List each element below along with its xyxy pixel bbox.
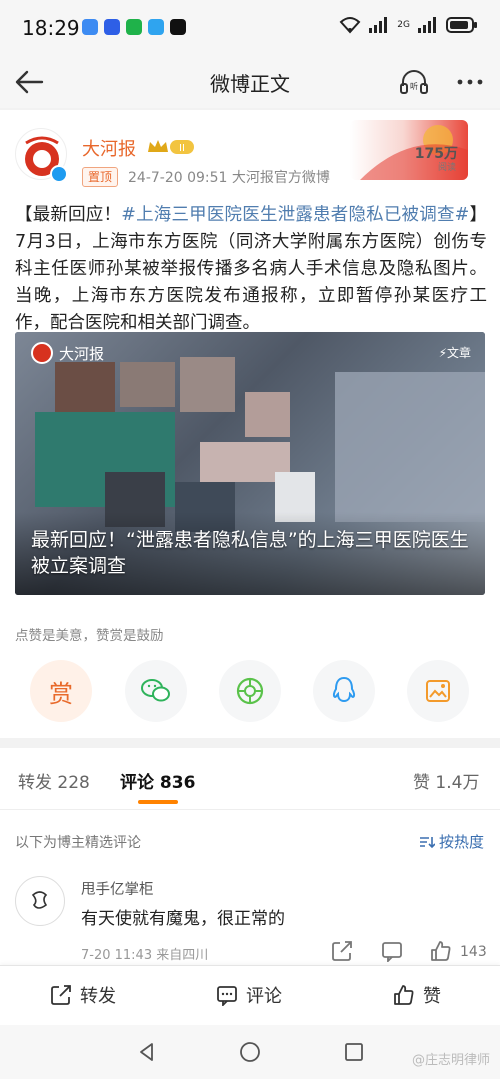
pinned-badge: 置顶 [82,167,119,187]
image-save-icon [426,680,450,702]
reward-button[interactable]: 赏 [30,660,92,722]
post-body: 【最新回应！#上海三甲医院医生泄露患者隐私已被调查#】 7月3日，上海市东方医院… [15,202,487,337]
comments-hint: 以下为博主精选评论 [15,835,141,851]
more-options-icon[interactable] [452,64,488,100]
verified-badge-icon [50,165,68,183]
media-source-name: 大河报 [59,344,105,363]
post-meta: 24-7-20 09:51 大河报官方微博 [128,170,330,186]
system-back-icon[interactable] [136,1041,158,1063]
share-row: 赏 [0,660,500,724]
wechat-share-icon [141,679,170,702]
repost-icon [51,985,71,1005]
article-caption: 最新回应！“泄露患者隐私信息”的上海三甲医院医生被立案调查 [31,529,469,577]
status-time: 18:29 [22,16,80,40]
comment-button[interactable]: 评论 [216,982,282,1008]
comment-username[interactable]: 甩手亿掌柜 [81,878,154,899]
battery-icon [446,17,477,33]
dahebao-small-logo-icon [31,342,53,364]
comment-icon [217,986,237,1006]
comment-avatar[interactable] [15,876,65,926]
comment-label: 评论 [246,986,282,1007]
like-label: 赞 [423,986,441,1007]
user-avatar-icon [31,891,48,909]
comment-text: 有天使就有魔鬼，很正常的 [81,909,285,929]
status-right-icons: 2G [339,16,478,34]
sort-icon [419,836,435,848]
comment-reply-icon[interactable] [381,940,403,962]
article-media-card[interactable]: 大河报 ⚡文章 最新回应！“泄露患者隐私信息”的上海三甲医院医生被立案调查 [15,332,485,595]
listen-label: 听 [410,82,418,91]
interaction-tabs: 转发 228 评论 836 赞 1.4万 [0,748,500,810]
reward-label: 赏 [49,679,73,708]
post-hashtag-link[interactable]: #上海三甲医院医生泄露患者隐私已被调查# [121,205,469,225]
baidu-icon [104,19,120,35]
wifi-icon [339,17,361,34]
crown-rank-icon[interactable]: II [146,138,196,156]
app-notification-icon [82,19,98,35]
tab-comments[interactable]: 评论 836 [120,768,195,793]
sort-label: 按热度 [438,833,484,851]
like-button[interactable]: 赞 [393,982,441,1008]
comment-meta: 7-20 11:43 来自四川 [81,948,209,963]
sort-by-hot-button[interactable]: 按热度 [419,831,484,852]
comment-like-count: 143 [460,944,487,960]
system-home-icon[interactable] [239,1041,261,1063]
share-moments-button[interactable] [219,660,281,722]
comments-section: 以下为博主精选评论 按热度 甩手亿掌柜 有天使就有魔鬼，很正常的 7-20 11… [0,810,500,970]
moments-share-icon [236,677,264,705]
comment-repost-icon[interactable] [331,940,353,962]
author-name[interactable]: 大河报 [82,135,136,161]
read-count-banner: 175万 阅读 [350,120,468,180]
bottom-action-bar: 转发 评论 赞 [0,965,500,1025]
pixelated-block [245,392,290,437]
pixelated-block [120,362,175,407]
tab-likes[interactable]: 赞 1.4万 [413,768,479,793]
listen-headphones-icon[interactable]: 听 [398,66,430,98]
system-nav-bar: @庄志明律师 [0,1025,500,1079]
media-source-logo: 大河报 [31,342,104,364]
network-type: 2G [397,20,410,30]
thumbs-up-icon [394,985,414,1005]
rank-level: II [179,143,185,154]
reward-hint: 点赞是美意，赞赏是鼓励 [15,628,164,644]
qq-share-icon [332,676,356,703]
post-card: 大河报 II 置顶 24-7-20 09:51 大河报官方微博 175万 阅读 … [0,110,500,738]
signal-icon-2 [418,17,436,33]
active-tab-indicator [138,800,178,804]
signal-icon [369,17,388,33]
repost-button[interactable]: 转发 [50,982,116,1008]
pixelated-block [180,357,235,412]
tiktok-icon [170,19,186,35]
pixelated-block [335,372,485,522]
tab-reposts[interactable]: 转发 228 [18,768,90,793]
comment-like-icon[interactable] [430,940,452,962]
share-qq-button[interactable] [313,660,375,722]
save-image-button[interactable] [407,660,469,722]
message-icon [148,19,164,35]
status-bar: 18:29 2G [0,0,500,56]
article-tag: ⚡文章 [438,346,471,360]
share-wechat-button[interactable] [125,660,187,722]
wechat-icon [126,19,142,35]
system-recents-icon[interactable] [343,1041,365,1063]
repost-label: 转发 [80,986,116,1007]
watermark: @庄志明律师 [411,1053,490,1068]
read-count-label: 阅读 [437,163,456,173]
status-notification-icons [82,19,186,35]
nav-bar: 微博正文 听 [0,56,500,108]
post-text-prefix: 【最新回应！ [15,205,122,225]
